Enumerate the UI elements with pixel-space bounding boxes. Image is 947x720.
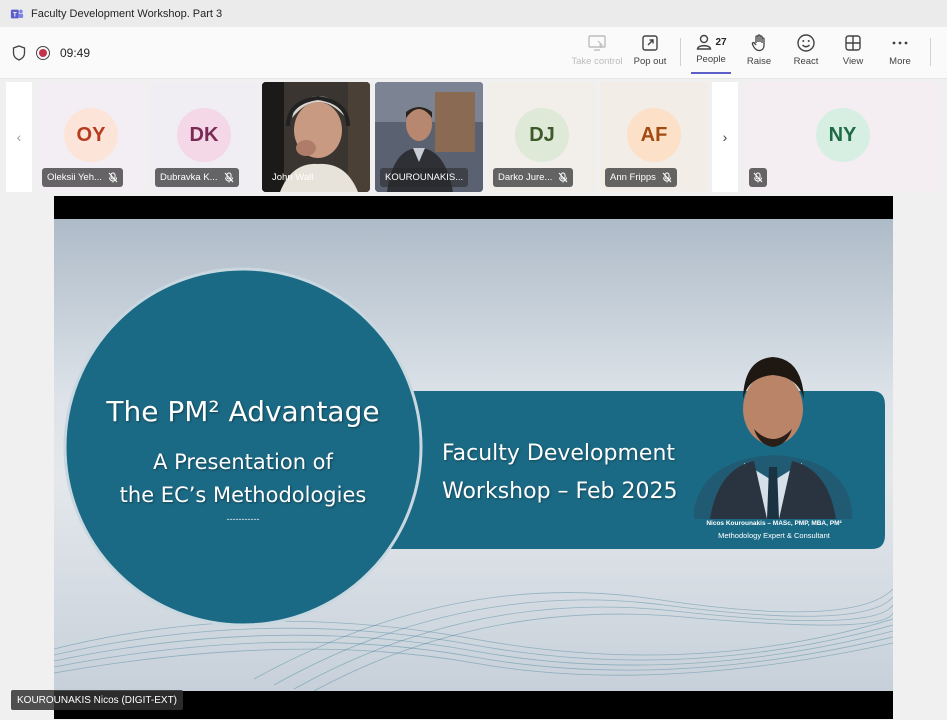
title-bar: T Faculty Development Workshop. Part 3 [0,0,947,27]
participant-nametag: Dubravka K... [155,168,239,187]
participant-name: Darko Jure... [498,172,553,183]
mic-muted-icon [662,172,672,183]
react-button[interactable]: React [787,33,825,75]
people-count: 27 [715,36,727,48]
shared-content-stage: The PM² Advantage A Presentation of the … [54,196,893,719]
toolbar-divider-right [930,38,931,66]
participant-video-tile[interactable]: John Wall [262,82,370,192]
gallery-next-button[interactable]: › [712,82,738,192]
shield-icon[interactable] [12,45,26,61]
more-button[interactable]: More [881,33,919,75]
avatar: DJ [515,108,569,162]
presenter-credit-line1: Nicos Kourounakis – MASc, PMP, MBA, PM² [706,520,842,527]
pop-out-icon [642,35,658,51]
mic-muted-icon [559,172,568,183]
chevron-left-icon: ‹ [16,129,22,145]
react-label: React [793,56,819,67]
avatar: OY [64,108,118,162]
participant-nametag: Darko Jure... [493,168,574,187]
grid-view-icon [845,35,861,51]
participant-nametag: John Wall [267,168,318,187]
pop-out-label: Pop out [633,56,667,67]
participant-nametag: Ann Fripps [605,168,677,187]
pop-out-button[interactable]: Pop out [630,33,670,75]
raise-hand-button[interactable]: Raise [740,33,778,75]
take-control-button[interactable]: Take control [570,33,624,75]
meeting-timer: 09:49 [60,46,91,60]
participant-name: KOUROUNAKIS... [385,172,464,183]
avatar: AF [627,108,681,162]
participant-tile[interactable]: OY Oleksii Yeh... [37,82,145,192]
meeting-toolbar: 09:49 Take control Pop out 27 People Rai… [0,27,947,79]
svg-text:T: T [13,11,17,18]
participant-nametag: Oleksii Yeh... [42,168,123,187]
participant-name: Oleksii Yeh... [47,172,102,183]
presenter-credit-line2: Methodology Expert & Consultant [718,531,830,540]
slide-subtitle-line2: the EC’s Methodologies [119,483,367,507]
banner-line1: Faculty Development [442,441,676,466]
more-icon [892,41,908,45]
participant-tile[interactable]: AF Ann Fripps [600,82,708,192]
take-control-icon [588,35,606,51]
banner-line2: Workshop – Feb 2025 [442,479,678,504]
view-button[interactable]: View [834,33,872,75]
people-label: People [696,54,726,65]
view-label: View [842,56,864,67]
slide-title: The PM² Advantage [106,395,380,428]
avatar: NY [815,108,870,162]
recording-icon [36,46,50,60]
window-title: Faculty Development Workshop. Part 3 [31,7,223,20]
participant-name: Ann Fripps [610,172,656,183]
raise-hand-icon [751,34,765,52]
people-icon [697,34,712,50]
slide-dashes: ----------- [226,514,260,524]
participant-name: John Wall [272,172,314,183]
people-active-indicator [691,72,731,74]
participant-nametag [749,168,767,187]
participant-tile[interactable]: NY [744,82,941,192]
participant-video-tile-active-speaker[interactable]: KOUROUNAKIS... [375,82,483,192]
presentation-slide: The PM² Advantage A Presentation of the … [54,219,893,691]
participant-name: Dubravka K... [160,172,218,183]
participant-tile[interactable]: DJ Darko Jure... [488,82,596,192]
participant-gallery: ‹ OY Oleksii Yeh... DK Dubravka K... Joh… [6,82,942,192]
slide-subtitle-line1: A Presentation of [153,450,333,474]
raise-label: Raise [746,56,772,67]
chevron-right-icon: › [722,129,728,145]
toolbar-divider [680,38,681,66]
participant-nametag: KOUROUNAKIS... [380,168,469,187]
teams-icon: T [10,9,24,18]
participant-tile[interactable]: DK Dubravka K... [150,82,258,192]
avatar: DK [177,108,231,162]
presenter-label: KOUROUNAKIS Nicos (DIGIT-EXT) [11,690,184,710]
gallery-prev-button[interactable]: ‹ [6,82,32,192]
mic-muted-icon [224,172,233,183]
mic-muted-icon [108,172,118,183]
mic-muted-icon [753,172,763,183]
take-control-label: Take control [571,56,623,67]
smiley-icon [797,34,815,52]
more-label: More [889,56,911,67]
people-button[interactable]: 27 People [691,33,731,75]
